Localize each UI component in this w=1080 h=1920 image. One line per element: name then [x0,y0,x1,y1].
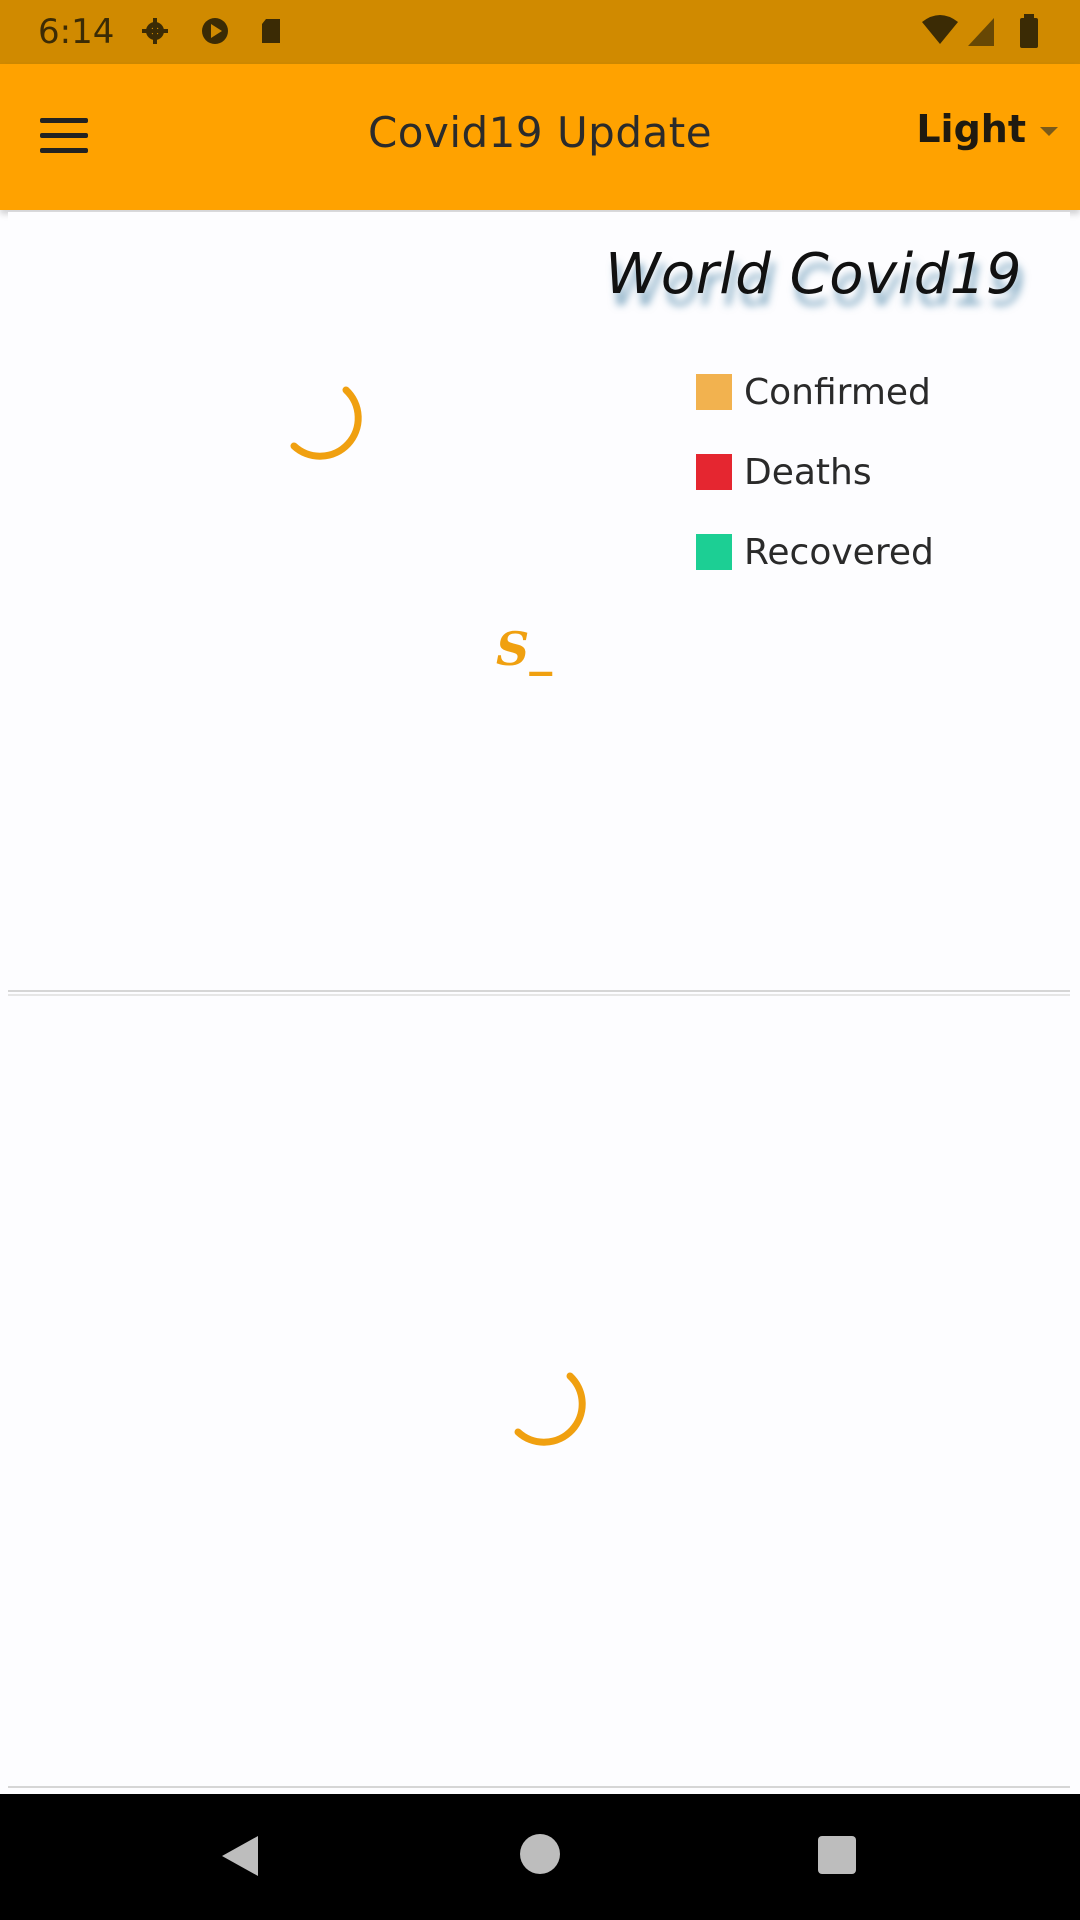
loading-spinner [514,1372,586,1446]
status-bar: 6:14 [0,0,1080,64]
legend-item-confirmed: Confirmed [696,352,934,432]
wifi-icon [922,15,958,44]
chart-title: World Covid19 [605,242,1022,307]
legend-item-deaths: Deaths [696,432,934,512]
signal-icon [968,18,994,46]
status-time: 6:14 [38,12,115,52]
loading-mark: S_ [496,622,553,676]
play-icon [202,18,228,44]
theme-dropdown[interactable]: Light [916,104,1058,154]
legend-swatch [696,374,732,410]
sd-card-icon [262,19,280,43]
system-nav-bar [0,1794,1080,1920]
legend-swatch [696,454,732,490]
chevron-down-icon [1040,126,1058,136]
legend-label: Deaths [744,451,872,493]
legend-label: Confirmed [744,371,931,413]
theme-selected-value: Light [916,107,1026,151]
second-chart-card [8,994,1070,1788]
recents-icon[interactable] [818,1836,856,1874]
loading-spinner [290,386,362,460]
battery-icon [1020,14,1038,48]
legend-label: Recovered [744,531,934,573]
app-bar: Covid19 Update Light [0,64,1080,210]
legend-swatch [696,534,732,570]
world-chart-card: World Covid19 S_ Confirmed Deaths Recove… [8,212,1070,992]
chart-legend: Confirmed Deaths Recovered [696,352,934,592]
gear-icon [142,18,168,44]
home-icon[interactable] [520,1834,560,1874]
legend-item-recovered: Recovered [696,512,934,592]
back-icon[interactable] [220,1834,260,1878]
